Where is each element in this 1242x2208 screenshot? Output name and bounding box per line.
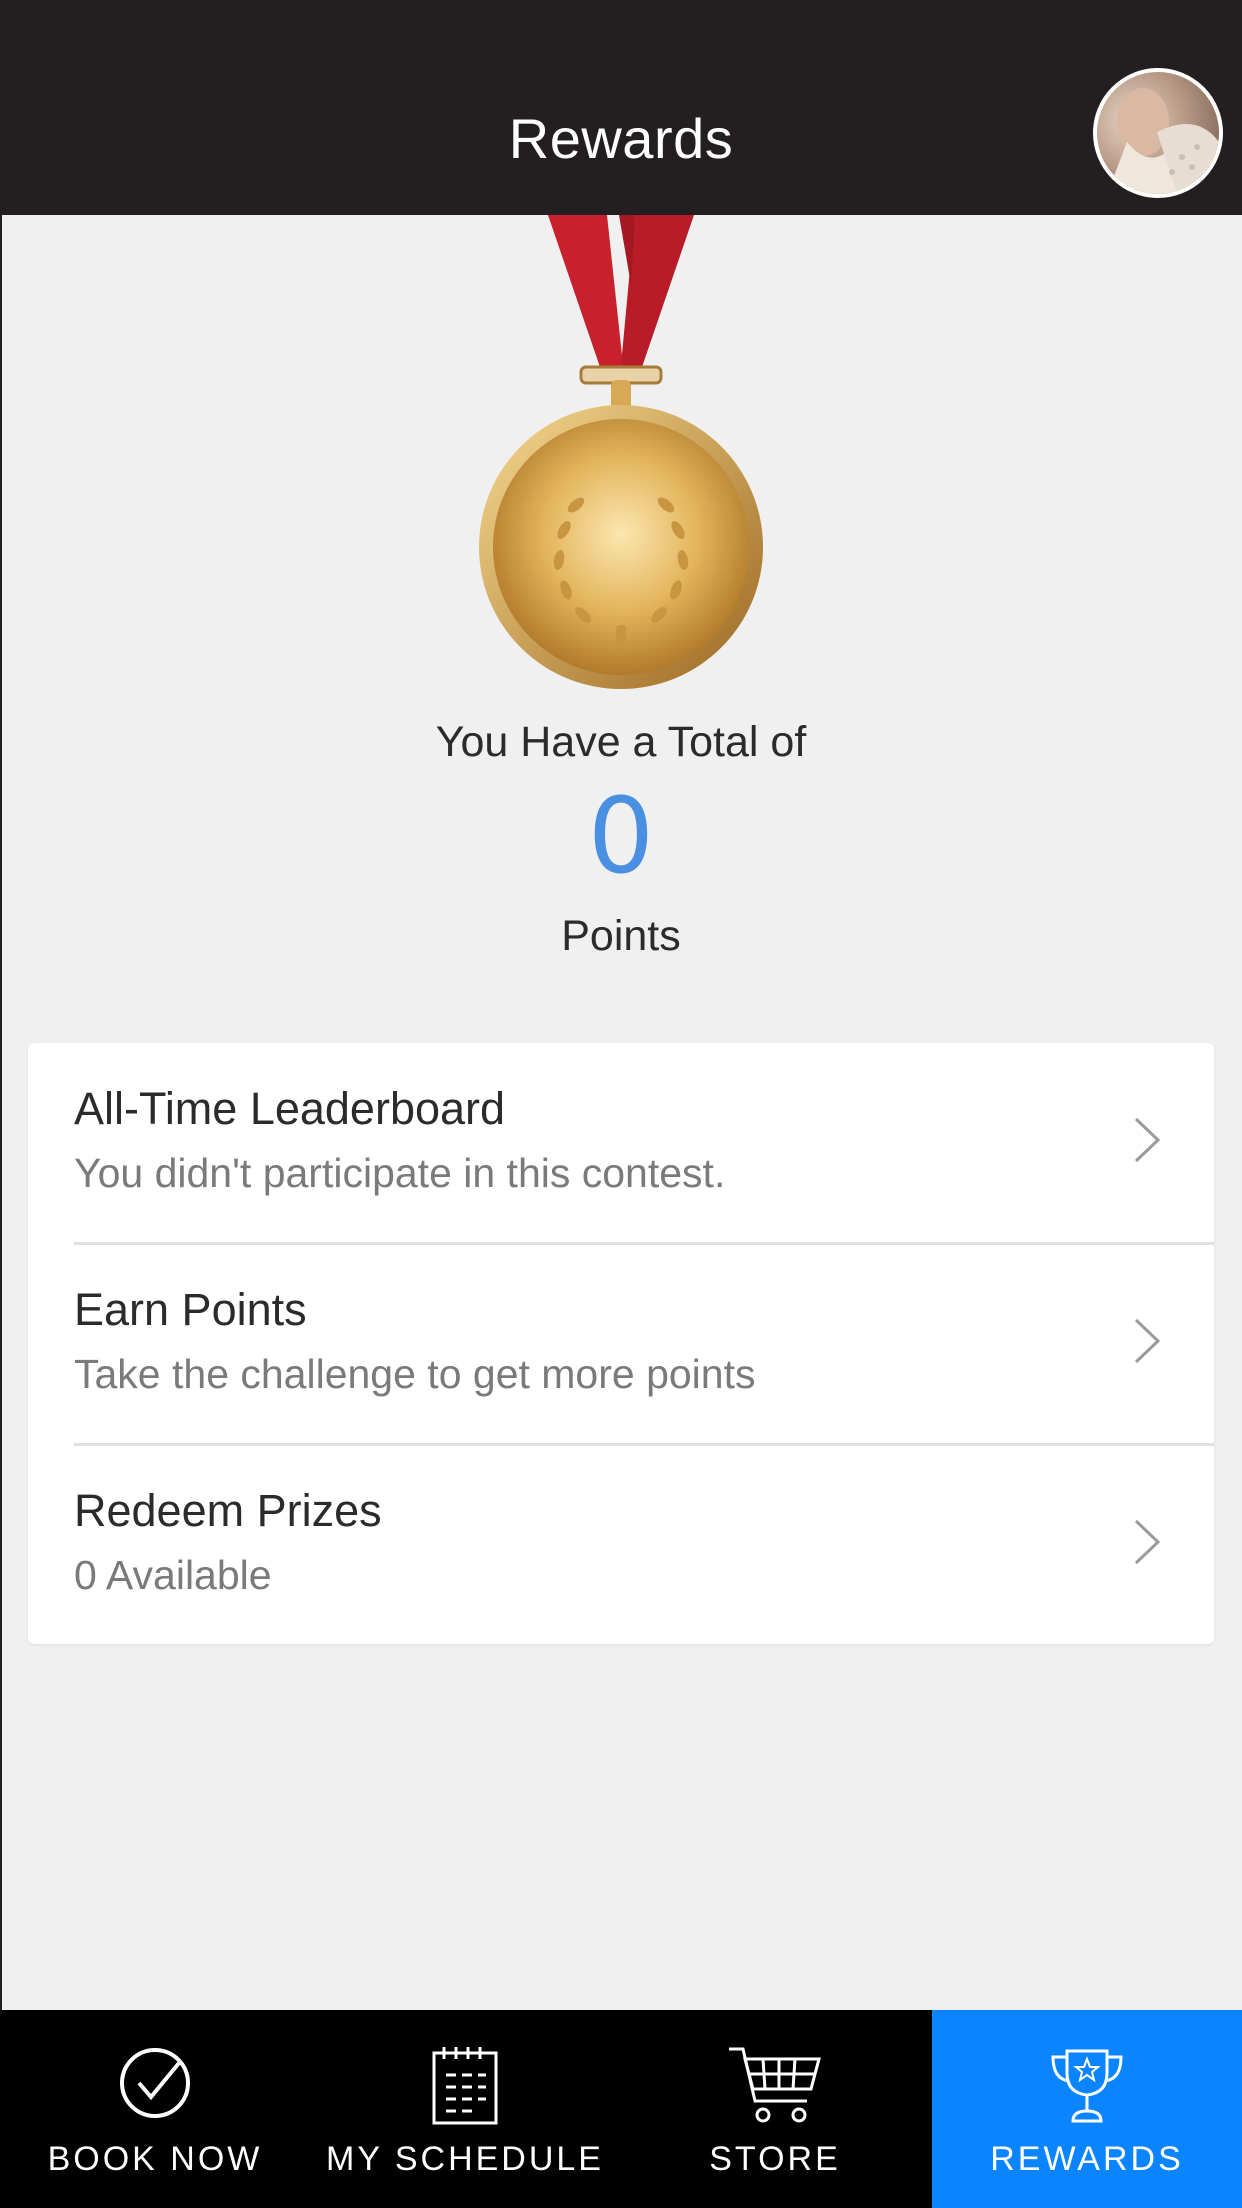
menu-item-subtitle: Take the challenge to get more points (74, 1351, 756, 1397)
page-title: Rewards (508, 107, 734, 170)
points-total: 0 (587, 775, 655, 897)
chevron-right-icon (1134, 1318, 1161, 1364)
tab-my-schedule[interactable]: MY SCHEDULE (310, 2010, 620, 2208)
menu-item-subtitle: 0 Available (74, 1552, 272, 1598)
frame-edge (0, 0, 2, 2208)
gold-medal-icon (471, 215, 771, 705)
menu-item-title: All-Time Leaderboard (74, 1083, 506, 1134)
avatar-photo (1107, 88, 1219, 194)
app-header: Rewards (0, 68, 1242, 215)
tab-book-now[interactable]: BOOK NOW (0, 2010, 310, 2208)
trophy-icon (1051, 2049, 1123, 2123)
bottom-tab-bar: BOOK NOW MY SCHEDULE STORE REWARDS (0, 2010, 1242, 2208)
menu-item-redeem-prizes[interactable]: Redeem Prizes 0 Available (28, 1445, 1214, 1645)
tab-label: STORE (709, 2140, 841, 2178)
tab-rewards[interactable]: REWARDS (932, 2010, 1242, 2208)
calendar-icon (432, 2047, 498, 2125)
menu-item-subtitle: You didn't participate in this contest. (74, 1150, 726, 1196)
points-caption: You Have a Total of (435, 718, 807, 766)
tab-label: REWARDS (990, 2140, 1184, 2178)
points-unit-label: Points (561, 912, 681, 960)
menu-item-leaderboard[interactable]: All-Time Leaderboard You didn't particip… (28, 1043, 1214, 1243)
tab-store[interactable]: STORE (620, 2010, 930, 2208)
status-bar (0, 0, 1242, 68)
rewards-menu-card: All-Time Leaderboard You didn't particip… (28, 1043, 1214, 1644)
cart-icon (729, 2047, 821, 2123)
check-circle-icon (120, 2048, 190, 2118)
menu-item-earn-points[interactable]: Earn Points Take the challenge to get mo… (28, 1244, 1214, 1444)
menu-item-title: Redeem Prizes (74, 1485, 382, 1536)
chevron-right-icon (1134, 1519, 1161, 1565)
tab-label: BOOK NOW (47, 2140, 263, 2178)
tab-label: MY SCHEDULE (326, 2140, 604, 2178)
menu-item-title: Earn Points (74, 1284, 307, 1335)
profile-avatar[interactable] (1093, 68, 1223, 198)
chevron-right-icon (1134, 1117, 1161, 1163)
